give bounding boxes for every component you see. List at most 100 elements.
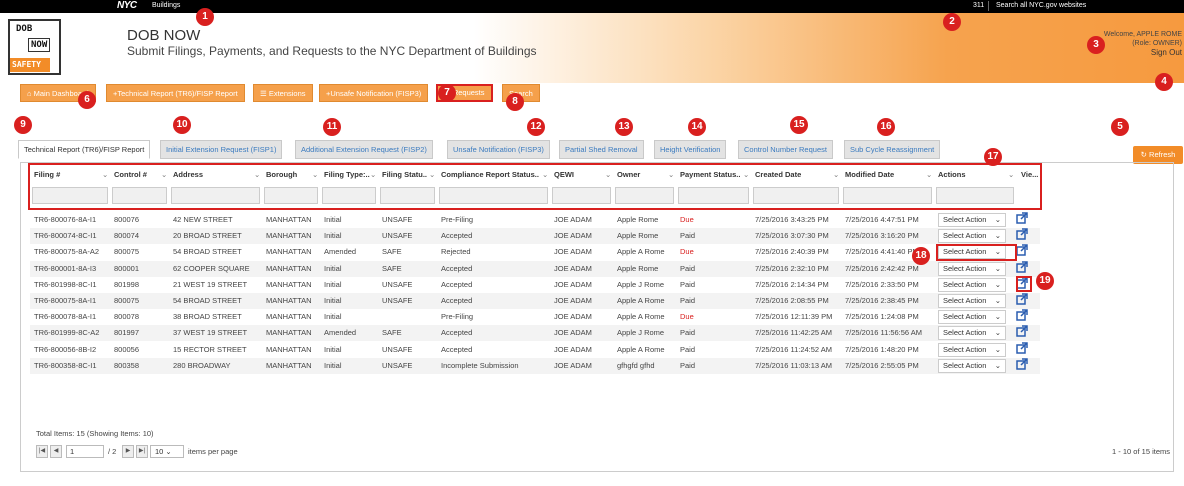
select-action-label: Select Action [943,312,987,322]
nyc-logo[interactable]: NYC [117,0,137,11]
cell-control: 801997 [114,328,140,338]
table-row[interactable]: TR6-800075-8A-A2 800075 54 BROAD STREET MAN… [30,244,1040,260]
cell-borough: MANHATTAN [266,328,312,338]
tab-partial-shed-removal[interactable]: Partial Shed Removal [559,140,644,159]
sign-out-link[interactable]: Sign Out [1104,48,1182,57]
view-external-link-icon[interactable] [1016,325,1028,338]
item-range-text: 1 - 10 of 15 items [1112,447,1170,456]
cell-address: 20 BROAD STREET [173,231,242,241]
cell-qewi: JOE ADAM [554,360,592,370]
view-external-link-icon[interactable] [1016,309,1028,321]
cell-filing-status: UNSAFE [382,344,413,354]
cell-owner: Apple Rome [617,215,659,224]
cell-created-date: 7/25/2016 2:40:39 PM [755,247,829,257]
cell-filing-status: UNSAFE [382,360,413,370]
cell-filing: TR6-800075-8A-I1 [34,296,97,305]
table-row[interactable]: TR6-800075-8A-I1 800075 54 BROAD STREET MAN… [30,293,1040,309]
table-row[interactable]: TR6-801998-8C-I1 801998 21 WEST 19 STREET M… [30,277,1040,293]
select-action-dropdown[interactable]: Select Action ⌄ [938,358,1006,373]
prev-page-icon[interactable]: ◀ [50,445,62,458]
select-action-dropdown[interactable]: Select Action ⌄ [938,261,1006,276]
311-link[interactable]: 311 [973,2,984,9]
annotation-badge-4: 4 [1155,73,1173,91]
tab-control-number-request[interactable]: Control Number Request [738,140,833,159]
page-size-select[interactable]: 10 ⌄ [150,445,184,458]
view-external-link-icon[interactable] [1016,293,1028,305]
cell-control: 800075 [114,296,140,305]
cell-qewi: JOE ADAM [554,344,592,354]
tab-initial-extension[interactable]: Initial Extension Request (FISP1) [160,140,283,159]
cell-filing: TR6-800358-8C-I1 [34,360,97,370]
tab-height-verification[interactable]: Height Verification [654,140,727,159]
chevron-down-icon: ⌄ [994,231,1001,241]
view-external-link-icon[interactable] [1016,228,1028,240]
cell-filing-status: SAFE [382,247,402,257]
next-page-icon[interactable]: ▶ [122,445,134,458]
chevron-down-icon: ⌄ [994,328,1001,338]
chevron-down-icon: ⌄ [994,360,1001,370]
view-external-link-icon[interactable] [1016,260,1028,273]
annotation-badge-12: 12 [527,118,545,136]
cell-borough: MANHATTAN [266,247,312,257]
table-row[interactable]: TR6-800358-8C-I1 800358 280 BROADWAY MANHAT… [30,357,1040,374]
page-subtitle: Submit Filings, Payments, and Requests t… [127,44,537,58]
annotation-badge-11: 11 [323,118,341,136]
select-action-label: Select Action [943,263,987,273]
cell-address: 21 WEST 19 STREET [173,279,248,289]
table-row[interactable]: TR6-801999-8C-A2 801997 37 WEST 19 STREET M… [30,325,1040,342]
select-action-dropdown[interactable]: Select Action ⌄ [938,277,1006,292]
cell-created-date: 7/25/2016 12:11:39 PM [755,312,833,322]
dob-now-safety-logo[interactable]: DOB NOW SAFETY [8,19,61,75]
welcome-text: Welcome, APPLE ROME [1103,31,1182,38]
cell-payment-status: Due [680,215,694,224]
view-external-link-icon[interactable] [1016,212,1028,224]
cell-created-date: 7/25/2016 11:03:13 AM [755,360,833,370]
cell-filing: TR6-800056-8B-I2 [34,344,97,354]
cell-payment-status: Paid [680,231,696,241]
table-row[interactable]: TR6-800076-8A-I1 800076 42 NEW STREET MANHA… [30,212,1040,228]
page-title: DOB NOW [127,27,201,44]
select-action-dropdown[interactable]: Select Action ⌄ [938,342,1006,357]
search-nyc-link[interactable]: Search all NYC.gov websites [996,2,1086,9]
cell-modified-date: 7/25/2016 1:48:20 PM [845,344,919,354]
user-info: Welcome, APPLE ROME (Role: OWNER) Sign O… [1104,30,1182,57]
cell-filing-status: UNSAFE [382,279,413,289]
select-action-dropdown[interactable]: Select Action ⌄ [938,229,1006,244]
select-action-dropdown[interactable]: Select Action ⌄ [938,294,1006,308]
technical-report-button[interactable]: +Technical Report (TR6)/FISP Report [106,84,245,102]
view-external-link-icon[interactable] [1016,341,1028,354]
table-row[interactable]: TR6-800078-8A-I1 800078 38 BROAD STREET MAN… [30,309,1040,325]
extensions-button[interactable]: ☰ Extensions [253,84,313,102]
annotation-badge-17: 17 [984,148,1002,166]
select-action-dropdown[interactable]: Select Action ⌄ [938,213,1006,227]
cell-borough: MANHATTAN [266,215,312,224]
view-external-link-icon[interactable] [1016,244,1028,257]
buildings-link[interactable]: Buildings [152,2,180,9]
cell-filing-type: Initial [324,263,342,273]
last-page-icon[interactable]: ▶| [136,445,148,458]
refresh-icon: ↻ [1140,150,1150,159]
chevron-down-icon: ⌄ [994,312,1001,322]
cell-borough: MANHATTAN [266,344,312,354]
select-action-label: Select Action [943,328,987,338]
table-row[interactable]: TR6-800056-8B-I2 800056 15 RECTOR STREET MA… [30,341,1040,358]
page-number-input[interactable]: 1 [66,445,104,458]
view-external-link-icon[interactable] [1016,358,1028,370]
select-action-dropdown[interactable]: Select Action ⌄ [938,326,1006,341]
cell-filing-status: UNSAFE [382,296,413,305]
unsafe-notification-button[interactable]: +Unsafe Notification (FISP3) [319,84,429,102]
tab-sub-cycle-reassignment[interactable]: Sub Cycle Reassignment [844,140,941,159]
select-action-dropdown[interactable]: Select Action ⌄ [938,310,1006,325]
cell-qewi: JOE ADAM [554,296,592,305]
cell-filing-type: Initial [324,296,342,305]
tab-unsafe-notification[interactable]: Unsafe Notification (FISP3) [447,140,550,159]
tab-technical-report[interactable]: Technical Report (TR6)/FISP Report [18,140,151,159]
cell-compliance-status: Pre-Filing [441,312,474,322]
select-action-label: Select Action [943,279,987,289]
first-page-icon[interactable]: |◀ [36,445,48,458]
table-row[interactable]: TR6-800001-8A-I3 800001 62 COOPER SQUARE MA… [30,260,1040,277]
table-row[interactable]: TR6-800074-8C-I1 800074 20 BROAD STREET MAN… [30,228,1040,245]
tab-additional-extension[interactable]: Additional Extension Request (FISP2) [295,140,433,159]
cell-filing-type: Amended [324,328,357,338]
cell-payment-status: Due [680,247,694,257]
